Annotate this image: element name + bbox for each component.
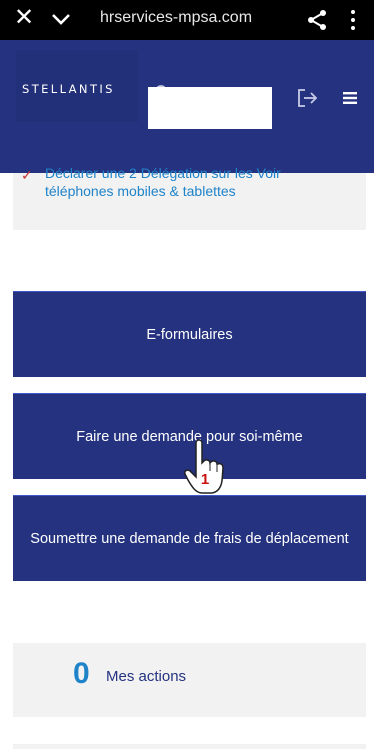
document-icon: ✓ — [21, 167, 33, 183]
e-forms-button[interactable]: E-formulaires — [13, 291, 366, 377]
hand-pointer-icon: 1 — [184, 439, 224, 494]
share-icon[interactable] — [305, 8, 329, 32]
close-icon[interactable]: ✕ — [14, 6, 34, 30]
address-bar[interactable]: hrservices-mpsa.com — [100, 9, 252, 27]
actions-count: 0 — [73, 657, 90, 690]
travel-expense-button[interactable]: Soumettre une demande de frais de déplac… — [13, 495, 366, 581]
card-title-line2[interactable]: téléphones mobiles & tablettes — [45, 183, 236, 199]
user-name-field — [148, 87, 272, 129]
hamburger-menu-icon[interactable] — [343, 92, 357, 104]
stellantis-logo[interactable]: STELLANTIS — [16, 50, 138, 122]
cursor-step-number: 1 — [201, 471, 209, 488]
chevron-down-icon[interactable] — [50, 9, 72, 29]
phone-declaration-card[interactable]: ✓ Déclarer une 2 Délégation sur les Voir… — [13, 165, 366, 230]
logout-icon[interactable] — [296, 87, 318, 109]
more-vert-icon[interactable] — [349, 9, 357, 31]
app-header: STELLANTIS — [0, 40, 374, 173]
card-title-partial: Déclarer une 2 Délégation sur les Voir — [45, 165, 281, 181]
e-forms-button-label: E-formulaires — [146, 326, 233, 343]
my-actions-card[interactable]: 0 Mes actions — [13, 643, 366, 717]
next-card-edge — [13, 744, 366, 749]
browser-toolbar: ✕ hrservices-mpsa.com — [0, 0, 374, 40]
travel-expense-button-label: Soumettre une demande de frais de déplac… — [30, 530, 349, 547]
actions-label: Mes actions — [106, 668, 187, 685]
logo-text: STELLANTIS — [22, 82, 115, 96]
